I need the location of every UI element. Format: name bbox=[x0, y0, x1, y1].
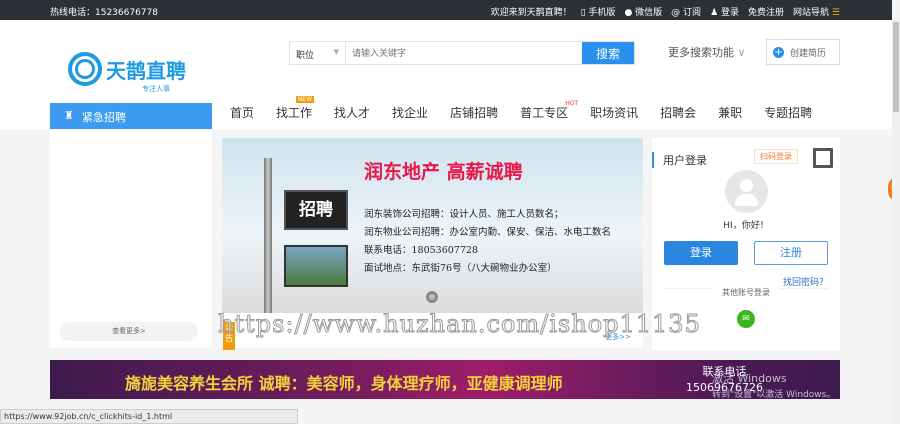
qr-code-icon[interactable] bbox=[813, 148, 833, 168]
nav-part-time[interactable]: 兼职 bbox=[718, 104, 742, 121]
register-link[interactable]: 免费注册 bbox=[748, 5, 784, 18]
banner-line: 联系电话：18053607728 bbox=[364, 245, 478, 256]
chevron-down-icon: ▼ bbox=[333, 48, 339, 56]
banner-line: 润东物业公司招聘：办公室内勤、保安、保洁、水电工数名 bbox=[364, 227, 612, 238]
top-bar: 热线电话：15236676778 欢迎来到天鹊直聘！ ▯ 手机版 ● 微信版 @… bbox=[0, 0, 892, 20]
nav-topic-jobs[interactable]: 专题招聘 bbox=[764, 104, 812, 121]
nav-find-company[interactable]: 找企业 bbox=[392, 104, 428, 121]
more-search-button[interactable]: 更多搜索功能 ∨ bbox=[668, 44, 746, 60]
login-link[interactable]: ♟ 登录 bbox=[710, 5, 739, 18]
slide-indicator[interactable] bbox=[426, 291, 438, 303]
banner-title: 润东地产 高薪诚聘 bbox=[364, 161, 523, 183]
greeting: HI，你好！ bbox=[723, 221, 769, 231]
hotline: 热线电话：15236676778 bbox=[50, 8, 158, 18]
site-nav-link[interactable]: 网站导航 ☰ bbox=[793, 5, 840, 18]
nav-find-talent[interactable]: 找人才 bbox=[334, 104, 370, 121]
ad-text: 旖旎美容养生会所 诚聘：美容师，身体理疗师，亚健康调理师 bbox=[125, 374, 563, 393]
logo-icon bbox=[68, 52, 102, 86]
nav-find-job[interactable]: 找工作 NEW bbox=[276, 96, 315, 121]
plus-icon: + bbox=[773, 46, 784, 58]
logo[interactable]: 天鹊直聘 专注人事 bbox=[68, 52, 186, 93]
scrollbar-thumb[interactable] bbox=[893, 22, 899, 112]
banner-line: 润东装饰公司招聘：设计人员、施工人员数名； bbox=[364, 209, 564, 220]
login-title: 用户登录 bbox=[652, 152, 707, 168]
banner-line: 面试地点：东武街76号（八大碗物业办公室） bbox=[364, 263, 557, 274]
nav-home[interactable]: 首页 bbox=[230, 104, 254, 121]
see-more-button[interactable]: 查看更多> bbox=[60, 322, 198, 341]
status-bar-url: https://www.92job.cn/c_clickhits-id_1.ht… bbox=[0, 409, 298, 424]
search-button[interactable]: 搜索 bbox=[582, 42, 634, 64]
other-login-divider: 其他账号登录 bbox=[664, 288, 828, 297]
create-resume-button[interactable]: + 创建简历 bbox=[766, 39, 840, 65]
avatar bbox=[725, 170, 768, 213]
wechat-login-icon[interactable]: ✉ bbox=[737, 310, 755, 328]
signpost-image bbox=[264, 158, 272, 313]
scrollbar[interactable] bbox=[892, 20, 900, 424]
login-button[interactable]: 登录 bbox=[664, 241, 738, 265]
watermark: https://www.huzhan.com/ishop11135 bbox=[218, 310, 701, 339]
nav-worker-zone[interactable]: 普工专区 HOT bbox=[520, 100, 578, 121]
nav-shop-jobs[interactable]: 店铺招聘 bbox=[450, 104, 498, 121]
forgot-password-link[interactable]: 找回密码？ bbox=[783, 275, 828, 288]
wechat-link[interactable]: ● 微信版 bbox=[624, 5, 662, 18]
register-button[interactable]: 注册 bbox=[754, 241, 828, 265]
search-type-select[interactable]: 职位 ▼ bbox=[290, 42, 346, 64]
urgent-jobs-tab[interactable]: ♜ 紧急招聘 bbox=[50, 103, 212, 129]
subscribe-link[interactable]: @ 订阅 bbox=[671, 5, 701, 18]
windows-activation-notice: 激活 Windows 转到"设置"以激活 Windows。 bbox=[712, 372, 836, 400]
search-input[interactable] bbox=[346, 42, 582, 64]
alarm-icon: ♜ bbox=[64, 109, 74, 122]
main-nav: 首页 找工作 NEW 找人才 找企业 店铺招聘 普工专区 HOT 职场资讯 招聘会 … bbox=[230, 96, 834, 121]
nav-career-news[interactable]: 职场资讯 bbox=[590, 104, 638, 121]
menu-icon: ☰ bbox=[831, 8, 840, 18]
mobile-link[interactable]: ▯ 手机版 bbox=[581, 5, 616, 18]
scan-login-button[interactable]: 扫码登录 bbox=[754, 149, 798, 164]
urgent-jobs-panel: 查看更多> bbox=[50, 130, 212, 348]
welcome-text: 欢迎来到天鹊直聘！ bbox=[490, 8, 572, 18]
banner-slide[interactable]: 招聘 润东地产 高薪诚聘 润东装饰公司招聘：设计人员、施工人员数名； 润东物业公… bbox=[222, 138, 643, 313]
search-bar: 职位▼ 搜索 bbox=[289, 41, 635, 65]
banner-sign: 招聘 bbox=[284, 190, 348, 230]
nav-job-fair[interactable]: 招聘会 bbox=[660, 104, 696, 121]
banner-screen-image bbox=[284, 245, 348, 287]
